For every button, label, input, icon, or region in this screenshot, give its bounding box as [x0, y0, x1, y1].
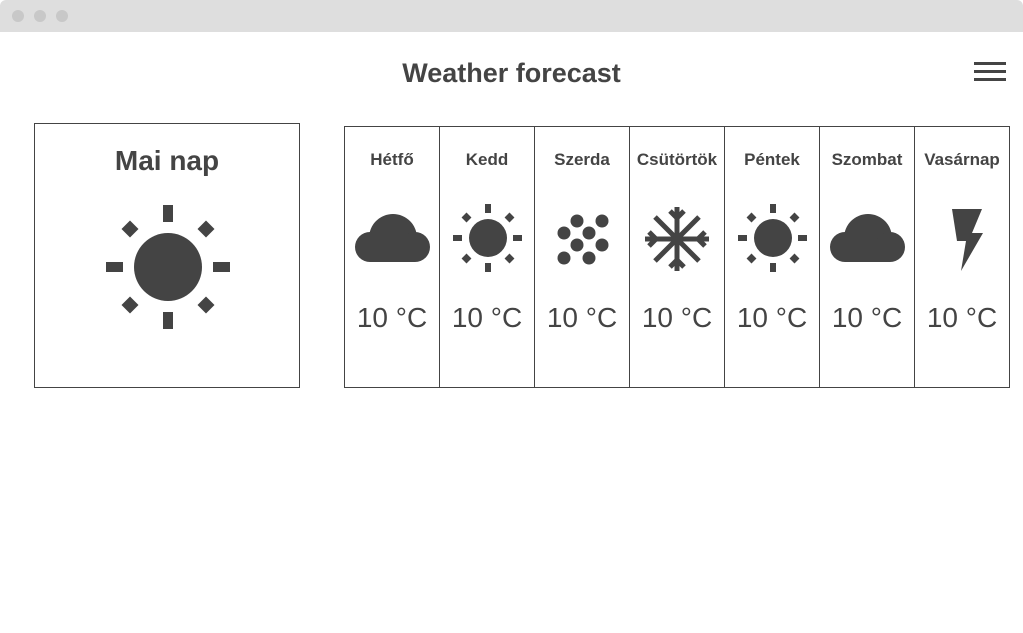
day-temperature: 10 °C — [736, 302, 808, 333]
cloud-icon — [820, 201, 914, 277]
forecast-day: Vasárnap 10 °C — [914, 127, 1009, 387]
day-name: Csütörtök — [636, 150, 718, 169]
day-temperature: 10 °C — [831, 302, 903, 333]
window-title-bar — [0, 0, 1023, 32]
forecast-day: Szombat 10 °C — [819, 127, 914, 387]
day-name: Hétfő — [370, 150, 414, 169]
sun-icon — [725, 201, 819, 277]
day-temperature: 10 °C — [451, 302, 523, 333]
day-temperature: 10 °C — [356, 302, 428, 333]
page-title: Weather forecast — [402, 58, 621, 88]
day-temperature: 10 °C — [546, 302, 618, 333]
lightning-icon — [915, 201, 1009, 277]
day-temperature: 10 °C — [641, 302, 713, 333]
hail-icon — [535, 201, 629, 277]
today-card: Mai nap — [34, 123, 300, 388]
day-name: Szerda — [554, 150, 610, 169]
window-minimize-dot[interactable] — [34, 10, 46, 22]
day-name: Szombat — [831, 150, 903, 169]
forecast-day: Szerda 10 °C — [534, 127, 629, 387]
day-name: Kedd — [465, 150, 509, 169]
forecast-day: Csütörtök 10 °C — [629, 127, 724, 387]
day-name: Vasárnap — [924, 150, 1000, 169]
window-maximize-dot[interactable] — [56, 10, 68, 22]
hamburger-menu-icon[interactable] — [972, 60, 1008, 86]
window-close-dot[interactable] — [12, 10, 24, 22]
forecast-day: Hétfő 10 °C — [345, 127, 439, 387]
weekly-forecast: Hétfő 10 °C Kedd 10 °C Szerda 10 °C Csüt… — [344, 126, 1010, 388]
sun-icon — [105, 204, 231, 335]
day-temperature: 10 °C — [926, 302, 998, 333]
forecast-day: Kedd 10 °C — [439, 127, 534, 387]
cloud-icon — [345, 201, 439, 277]
sun-icon — [440, 201, 534, 277]
today-title: Mai nap — [114, 145, 220, 176]
snowflake-icon — [630, 201, 724, 277]
day-name: Péntek — [744, 150, 800, 169]
forecast-day: Péntek 10 °C — [724, 127, 819, 387]
